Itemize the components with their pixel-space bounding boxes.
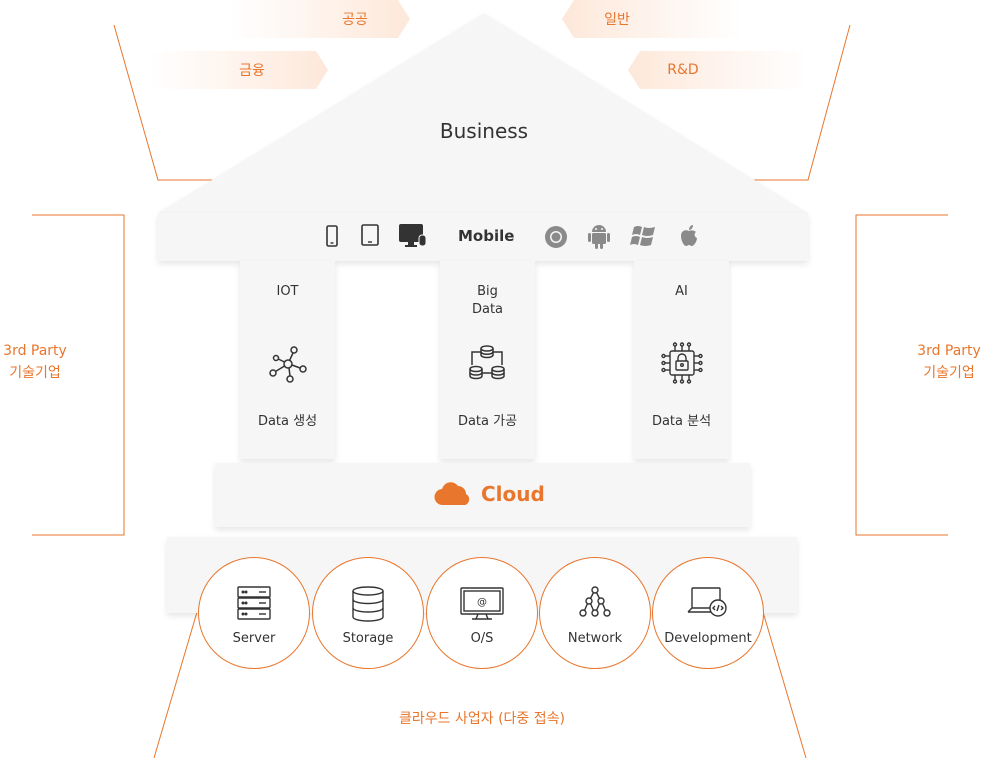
side-label-right: 3rd Party 기술기업: [904, 340, 984, 384]
network-nodes-icon: [269, 345, 307, 387]
pillar-caption: Data 생성: [257, 414, 318, 429]
circle-os: @ O/S: [426, 557, 538, 669]
circle-label: Storage: [342, 631, 394, 646]
mobile-label: Mobile: [458, 227, 515, 245]
svg-text:@: @: [477, 597, 487, 608]
side-label-line2: 기술기업: [9, 365, 61, 381]
database-flow-icon: [469, 345, 505, 385]
roof-title: Business: [439, 119, 529, 143]
cloud-label: Cloud: [481, 482, 545, 506]
roof-shape: [158, 13, 808, 213]
side-label-left: 3rd Party 기술기업: [0, 340, 80, 384]
side-label-line2: 기술기업: [923, 365, 975, 381]
side-label-line1: 3rd Party: [3, 343, 67, 359]
tablet-icon: [361, 224, 379, 250]
ribbon-general: 일반: [562, 0, 742, 38]
chrome-icon: [544, 225, 568, 253]
android-icon: [587, 222, 611, 254]
network-tree-icon: [577, 586, 613, 626]
cloud-band: Cloud: [215, 463, 750, 527]
laptop-code-icon: [687, 586, 729, 624]
circle-server: Server: [198, 557, 310, 669]
desktop-icon: [399, 224, 427, 252]
circle-network: Network: [539, 557, 651, 669]
pillar-title: IOT: [276, 284, 299, 299]
ribbon-rnd: R&D: [628, 51, 808, 89]
cloud-icon: [434, 482, 472, 510]
circle-development: Development: [652, 557, 764, 669]
circle-label: Development: [664, 631, 752, 646]
footer-caption: 클라우드 사업자 (다중 접속): [399, 711, 565, 727]
circle-label: Server: [232, 631, 276, 646]
side-label-line1: 3rd Party: [917, 343, 981, 359]
pillar-title-line2: Data: [471, 302, 504, 317]
ribbon-finance: 금융: [150, 51, 328, 89]
pillar-ai: AI Data 분석: [634, 261, 729, 459]
windows-icon: [630, 224, 658, 252]
circle-storage: Storage: [312, 557, 424, 669]
ribbon-public: 공공: [230, 0, 410, 38]
pillar-caption: Data 분석: [651, 414, 712, 429]
pillar-title-line1: Big: [477, 284, 498, 299]
storage-icon: [351, 586, 385, 626]
ai-chip-icon: [661, 342, 703, 388]
apple-icon: [679, 224, 699, 252]
circle-label: Network: [567, 631, 623, 646]
pillar-caption: Data 가공: [457, 414, 518, 429]
pillar-big-data: Big Data Data 가공: [440, 261, 535, 459]
monitor-icon: @: [460, 586, 504, 626]
pillar-iot: IOT Data 생성: [240, 261, 335, 459]
circle-label: O/S: [470, 631, 494, 646]
phone-icon: [326, 225, 338, 251]
mobile-band: Mobile: [158, 213, 808, 261]
pillar-title: AI: [675, 284, 688, 299]
server-icon: [237, 586, 271, 624]
